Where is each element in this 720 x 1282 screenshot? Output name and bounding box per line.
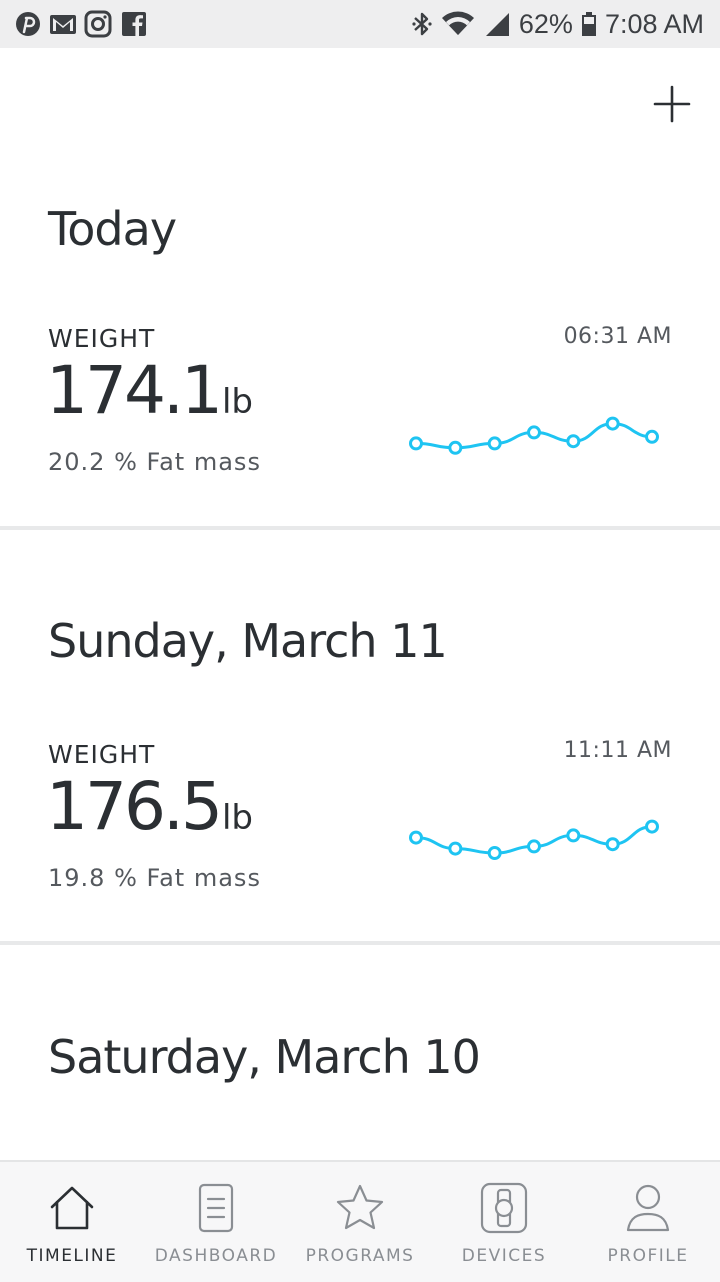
metric-label: WEIGHT [48, 740, 156, 769]
person-icon [626, 1184, 670, 1232]
day-title-saturday: Saturday, March 10 [48, 1030, 481, 1084]
gmail-icon [50, 15, 76, 34]
nav-profile[interactable]: PROFILE [576, 1162, 720, 1282]
weight-number: 174.1 [46, 352, 223, 429]
nav-devices[interactable]: DEVICES [432, 1162, 576, 1282]
sparkline-point [605, 416, 620, 431]
bluetooth-icon [412, 12, 432, 36]
sparkline-point [487, 846, 502, 860]
signal-icon [485, 13, 509, 36]
nav-label: PROFILE [607, 1246, 689, 1266]
fat-mass: 20.2 % Fat mass [48, 448, 261, 476]
nav-programs[interactable]: PROGRAMS [288, 1162, 432, 1282]
battery-icon [581, 12, 596, 36]
weight-trend-sparkline [409, 416, 659, 455]
metric-time: 06:31 AM [563, 324, 672, 349]
battery-percent: 62% [518, 8, 573, 39]
nav-dashboard[interactable]: DASHBOARD [144, 1162, 288, 1282]
nav-label: DASHBOARD [154, 1246, 278, 1266]
sparkline-point [645, 819, 659, 834]
watch-icon [480, 1182, 528, 1234]
sparkline-point [566, 828, 581, 843]
sparkline-point [487, 436, 502, 451]
weight-unit: lb [221, 798, 253, 838]
nav-label: PROGRAMS [305, 1246, 415, 1266]
divider [0, 526, 720, 530]
weight-unit: lb [221, 382, 253, 422]
pinterest-icon [16, 12, 40, 36]
metric-label: WEIGHT [48, 324, 156, 353]
instagram-icon [84, 10, 112, 38]
sparkline-point [527, 839, 541, 854]
weight-number: 176.5 [46, 768, 223, 845]
day-title-today: Today [48, 202, 177, 256]
sparkline-point [448, 841, 463, 856]
nav-label: DEVICES [461, 1246, 547, 1266]
sparkline-point [527, 425, 541, 440]
nav-label: TIMELINE [26, 1246, 118, 1266]
sparkline-point [566, 434, 581, 449]
plus-icon [653, 85, 691, 123]
day-title-sunday: Sunday, March 11 [48, 614, 448, 668]
weight-card-sunday[interactable]: WEIGHT 11:11 AM 176.5lb 19.8 % Fat mass [0, 726, 720, 936]
nav-timeline[interactable]: TIMELINE [0, 1162, 144, 1282]
sparkline-point [409, 436, 423, 451]
metric-time: 11:11 AM [563, 738, 672, 763]
status-right: 62% 7:08 AM [411, 0, 704, 48]
status-bar: 62% 7:08 AM [0, 0, 720, 48]
bottom-nav: TIMELINE DASHBOARD PROGRAMS DEVICES PROF… [0, 1160, 720, 1282]
weight-trend-sparkline [409, 819, 659, 860]
document-icon [198, 1183, 234, 1233]
weight-value: 174.1lb [46, 352, 253, 429]
home-icon [50, 1186, 94, 1230]
star-icon [336, 1184, 384, 1230]
fat-mass: 19.8 % Fat mass [48, 864, 261, 892]
sparkline-point [605, 837, 620, 852]
wifi-icon [441, 11, 474, 35]
weight-card-today[interactable]: WEIGHT 06:31 AM 174.1lb 20.2 % Fat mass [0, 310, 720, 520]
divider [0, 941, 720, 945]
clock: 7:08 AM [604, 8, 704, 39]
sparkline-point [448, 440, 463, 455]
sparkline-point [409, 830, 423, 845]
weight-value: 176.5lb [46, 768, 253, 845]
sparkline-point [645, 429, 659, 444]
add-button[interactable] [648, 80, 696, 128]
facebook-icon [122, 12, 146, 36]
